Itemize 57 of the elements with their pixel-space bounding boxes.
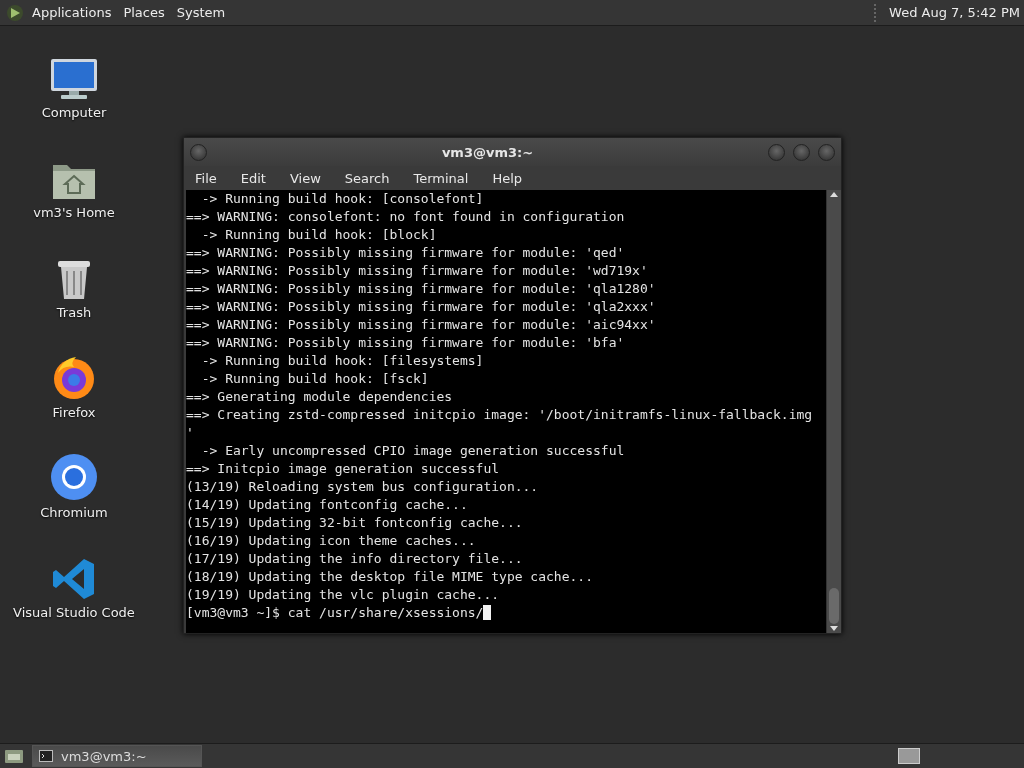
terminal-line: ==> WARNING: Possibly missing firmware for module: 'qla1280'	[186, 280, 657, 298]
menu-item[interactable]: File	[186, 170, 226, 186]
icon-label[interactable]: Chromium	[40, 505, 108, 520]
terminal-line: -> Running build hook: [consolefont]	[200, 190, 485, 208]
terminal-line: ==> WARNING: Possibly missing firmware for module: 'bfa'	[186, 334, 626, 352]
terminal-line: ==> Generating module dependencies	[186, 388, 454, 406]
terminal-line: (18/19) Updating the desktop file MIME type cache...	[186, 568, 594, 586]
terminal-line: -> Running build hook: [block]	[200, 226, 438, 244]
menu-item[interactable]: Applications	[32, 5, 112, 20]
command-prompt[interactable]: [vm3@vm3 ~]$ cat /usr/share/xsessions/	[186, 605, 484, 620]
icon-label[interactable]: Firefox	[52, 405, 96, 420]
clock[interactable]: Wed Aug 7, 5:42 PM	[889, 5, 1020, 20]
menu-item[interactable]: View	[280, 170, 330, 186]
terminal-line: ==> WARNING: Possibly missing firmware for module: 'qla2xxx'	[186, 298, 657, 316]
menu-item[interactable]: System	[176, 5, 226, 20]
menu-item[interactable]: Terminal	[404, 170, 478, 186]
terminal-line: ==> Creating zstd-compressed initcpio image: '/boot/initramfs-linux-fallback.img	[186, 406, 814, 424]
scroll-up-arrow[interactable]	[830, 192, 838, 197]
code-editor-icon	[52, 557, 96, 601]
maximize-button[interactable]	[793, 143, 810, 161]
workspace-switcher[interactable]	[898, 748, 920, 764]
terminal-line: ==> Initcpio image generation successful	[186, 460, 501, 478]
terminal-line: (19/19) Updating the vlc plugin cache...	[186, 586, 501, 604]
terminal-line: '	[186, 424, 195, 442]
terminal-icon	[39, 750, 53, 762]
scroll-thumb[interactable]	[829, 588, 839, 624]
window-menu-button[interactable]	[190, 143, 207, 161]
show-desktop-icon	[4, 748, 24, 764]
terminal-line: -> Running build hook: [fsck]	[200, 370, 430, 388]
terminal-line: (15/19) Updating 32-bit fontconfig cache...	[186, 514, 524, 532]
close-button[interactable]	[818, 143, 835, 161]
terminal-line: ==> WARNING: Possibly missing firmware for module: 'aic94xx'	[186, 316, 657, 334]
menu-item[interactable]: Search	[335, 170, 399, 186]
terminal-line: -> Early uncompressed CPIO image generation successful	[200, 442, 626, 460]
terminal-line: ==> WARNING: consolefont: no font found in configuration	[186, 208, 626, 226]
text-cursor	[483, 605, 492, 620]
terminal-line: ==> WARNING: Possibly missing firmware for module: 'wd719x'	[186, 262, 649, 280]
icon-label[interactable]: Trash	[56, 305, 92, 320]
menu-item[interactable]: Edit	[231, 170, 275, 186]
taskbar-button[interactable]: vm3@vm3:~	[32, 745, 202, 767]
terminal-line: ==> WARNING: Possibly missing firmware for module: 'qed'	[186, 244, 626, 262]
terminal-line: (16/19) Updating icon theme caches...	[186, 532, 477, 550]
terminal-line: (14/19) Updating fontconfig cache...	[186, 496, 469, 514]
menu-item[interactable]: Help	[483, 170, 532, 186]
terminal-line: (17/19) Updating the info directory file...	[186, 550, 524, 568]
icon-label[interactable]: Visual Studio Code	[13, 605, 135, 620]
computer-icon	[49, 57, 99, 101]
window-title: vm3@vm3:~	[440, 144, 535, 160]
menu-item[interactable]: Places	[123, 5, 165, 20]
terminal-line: (13/19) Reloading system bus configuration...	[186, 478, 540, 496]
terminal-line: -> Running build hook: [filesystems]	[200, 352, 485, 370]
scroll-down-arrow[interactable]	[830, 626, 838, 631]
distro-logo-icon	[6, 3, 24, 22]
chromium-icon	[50, 453, 98, 501]
minimize-button[interactable]	[768, 143, 785, 161]
icon-label[interactable]: Computer	[41, 105, 107, 120]
icon-label[interactable]: vm3's Home	[33, 205, 115, 220]
